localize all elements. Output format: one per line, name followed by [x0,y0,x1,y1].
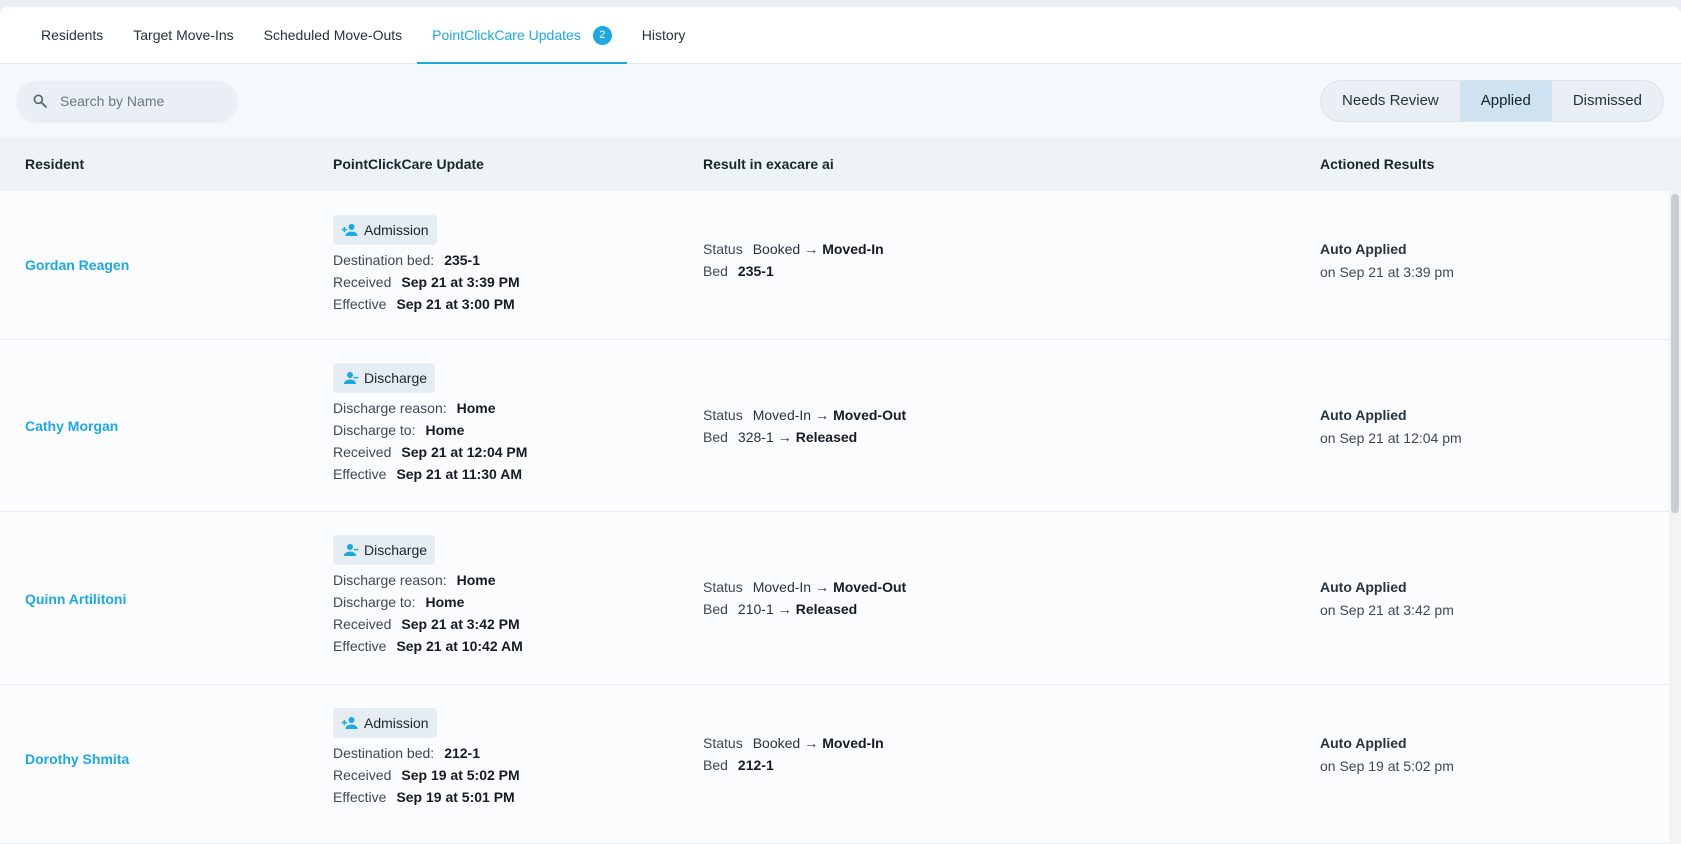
column-header-result[interactable]: Result in exacare ai [703,156,834,172]
toolbar: Needs Review Applied Dismissed [0,64,1681,137]
update-type-chip: Admission [333,215,437,245]
discharge-to: Discharge to: Home [333,422,465,438]
action-time: on Sep 21 at 12:04 pm [1320,430,1462,446]
person-add-icon [341,717,358,729]
table-row: Gordan Reagen Admission Destination bed:… [0,191,1681,340]
scrollbar-thumb[interactable] [1671,194,1679,513]
discharge-to: Discharge to: Home [333,594,465,610]
actioned-cell: Auto Applied on Sep 21 at 3:42 pm [1320,576,1454,622]
tab-pointclickcare-updates[interactable]: PointClickCare Updates 2 [417,7,627,64]
update-type: Discharge [364,370,428,386]
received-time: Received Sep 21 at 3:42 PM [333,616,520,632]
tab-label: History [641,27,686,43]
effective-time: Effective Sep 21 at 10:42 AM [333,638,523,654]
status-change: Status Booked → Moved-In [703,241,884,257]
search-input[interactable] [60,92,210,109]
update-type: Discharge [364,542,428,558]
table-row: Cathy Morgan Discharge Discharge reason:… [0,340,1681,512]
resident-name-link[interactable]: Cathy Morgan [25,418,118,434]
action-result: Auto Applied [1320,241,1407,257]
person-remove-icon [344,372,359,384]
status-change: Status Booked → Moved-In [703,735,884,751]
filter-applied[interactable]: Applied [1459,80,1552,121]
filter-label: Needs Review [1342,92,1439,109]
filter-label: Dismissed [1572,92,1642,109]
table-row: Dorothy Shmita Admission Destination bed… [0,685,1681,844]
actioned-cell: Auto Applied on Sep 21 at 3:39 pm [1320,238,1454,284]
tab-label: Target Move-Ins [133,27,234,43]
actioned-cell: Auto Applied on Sep 19 at 5:02 pm [1320,732,1454,778]
update-type: Admission [364,222,429,238]
app-window: Residents Target Move-Ins Scheduled Move… [0,7,1681,844]
action-time: on Sep 21 at 3:39 pm [1320,264,1454,280]
received-time: Received Sep 21 at 3:39 PM [333,274,520,290]
bed-change: Bed 235-1 [703,263,774,279]
column-header-actioned[interactable]: Actioned Results [1320,156,1434,172]
filter-needs-review[interactable]: Needs Review [1321,81,1460,121]
action-result: Auto Applied [1320,735,1407,751]
result-cell: Status Moved-In → Moved-Out Bed 210-1 → Releas… [703,576,906,620]
tab-history[interactable]: History [627,7,701,63]
update-type-chip: Discharge [333,535,436,565]
discharge-reason: Discharge reason: Home [333,400,496,416]
column-header-resident[interactable]: Resident [25,156,84,172]
filter-dismissed[interactable]: Dismissed [1552,81,1663,121]
discharge-reason: Discharge reason: Home [333,572,496,588]
update-cell: Admission Destination bed: 235-1 Received… [333,215,520,315]
resident-name-link[interactable]: Dorothy Shmita [25,751,129,767]
bed-change: Bed 212-1 [703,757,774,773]
person-remove-icon [344,544,359,556]
tab-scheduled-move-outs[interactable]: Scheduled Move-Outs [249,7,418,63]
bed-change: Bed 210-1 → Released [703,601,858,617]
update-cell: Discharge Discharge reason: Home Discharg… [333,363,527,485]
destination-bed: Destination bed: 235-1 [333,252,480,268]
search-icon [33,94,47,108]
filter-label: Applied [1480,92,1531,109]
result-cell: Status Moved-In → Moved-Out Bed 328-1 → Releas… [703,404,906,448]
table-header: Resident PointClickCare Update Result in… [0,137,1681,191]
effective-time: Effective Sep 21 at 3:00 PM [333,296,515,312]
update-type-chip: Discharge [333,363,436,393]
person-add-icon [341,224,358,236]
tab-target-move-ins[interactable]: Target Move-Ins [118,7,248,63]
table-row: Quinn Artilitoni Discharge Discharge rea… [0,512,1681,685]
update-cell: Discharge Discharge reason: Home Discharg… [333,535,523,657]
status-filter: Needs Review Applied Dismissed [1320,79,1664,122]
search-box[interactable] [17,80,237,121]
tab-label: PointClickCare Updates [432,27,581,43]
tab-residents[interactable]: Residents [26,7,118,63]
column-header-update[interactable]: PointClickCare Update [333,156,484,172]
update-type: Admission [364,715,429,731]
tab-label: Scheduled Move-Outs [263,27,403,43]
update-cell: Admission Destination bed: 212-1 Received… [333,708,520,808]
status-change: Status Moved-In → Moved-Out [703,579,907,595]
tab-bar: Residents Target Move-Ins Scheduled Move… [0,7,1681,64]
effective-time: Effective Sep 19 at 5:01 PM [333,789,515,805]
result-cell: Status Booked → Moved-In Bed 212-1 [703,732,884,776]
count-badge: 2 [592,25,612,45]
received-time: Received Sep 21 at 12:04 PM [333,444,528,460]
resident-name-link[interactable]: Gordan Reagen [25,257,129,273]
status-change: Status Moved-In → Moved-Out [703,407,907,423]
resident-name-link[interactable]: Quinn Artilitoni [25,591,126,607]
action-time: on Sep 19 at 5:02 pm [1320,758,1454,774]
action-result: Auto Applied [1320,407,1407,423]
received-time: Received Sep 19 at 5:02 PM [333,767,520,783]
bed-change: Bed 328-1 → Released [703,429,858,445]
action-result: Auto Applied [1320,579,1407,595]
destination-bed: Destination bed: 212-1 [333,745,480,761]
effective-time: Effective Sep 21 at 11:30 AM [333,466,522,482]
actioned-cell: Auto Applied on Sep 21 at 12:04 pm [1320,404,1462,450]
result-cell: Status Booked → Moved-In Bed 235-1 [703,238,884,282]
update-type-chip: Admission [333,708,437,738]
table-body[interactable]: Gordan Reagen Admission Destination bed:… [0,191,1681,844]
tab-label: Residents [41,27,104,43]
action-time: on Sep 21 at 3:42 pm [1320,602,1454,618]
